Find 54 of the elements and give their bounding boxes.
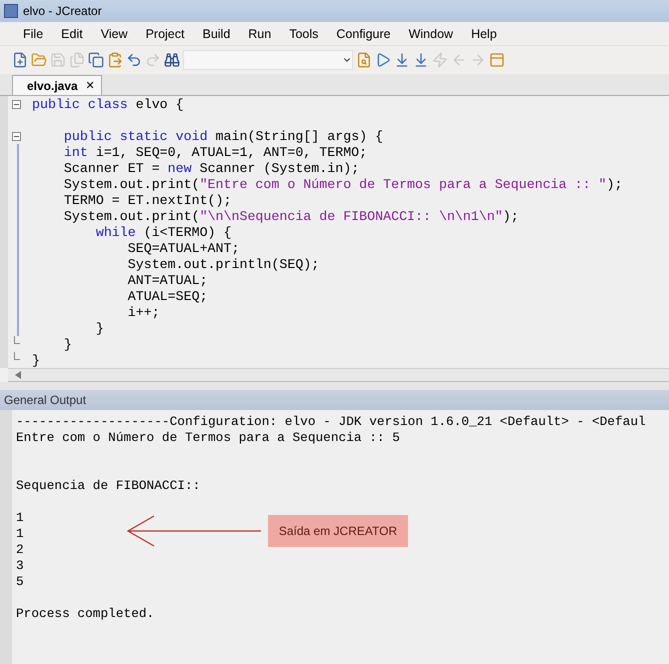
output-line: Sequencia de FIBONACCI::	[16, 478, 200, 494]
down-icon[interactable]	[394, 52, 410, 68]
undo-icon[interactable]	[126, 52, 142, 68]
menu-item[interactable]: Edit	[52, 26, 92, 40]
code-line: Scanner ET = new Scanner (System.in);	[62, 161, 360, 177]
annotation-label: Saída em JCREATOR	[268, 515, 408, 547]
new-icon[interactable]	[12, 52, 28, 68]
code-line: }	[94, 321, 105, 337]
code-line: SEQ=ATUAL+ANT;	[126, 241, 240, 257]
close-icon[interactable]: ✕	[86, 79, 95, 92]
horizontal-scrollbar[interactable]	[8, 368, 669, 382]
app-icon	[4, 4, 18, 18]
code-line: public static void main(String[] args) {	[62, 129, 384, 145]
menu-item[interactable]: Build	[193, 26, 240, 40]
output-line: --------------------Configuration: elvo - JDK version 1.6.0_21 <Default> - <Defaul	[16, 414, 646, 430]
paste-icon[interactable]	[107, 52, 123, 68]
code-line: }	[62, 337, 73, 353]
file-tab[interactable]: elvo.java ✕	[12, 75, 102, 95]
fold-marker-icon[interactable]	[12, 132, 20, 141]
output-title: General Output	[4, 393, 86, 407]
code-line: System.out.print("\n\nSequencia de FIBONACCI:: \n\n1\n");	[62, 209, 520, 225]
find-icon[interactable]	[164, 52, 180, 68]
code-line: }	[32, 353, 41, 369]
code-line: public class elvo {	[32, 97, 185, 113]
menu-item[interactable]: Project	[136, 26, 194, 40]
menu-item[interactable]: File	[14, 26, 52, 40]
run-icon[interactable]	[375, 52, 391, 68]
output-line: 3	[16, 558, 24, 574]
output-line: Process completed.	[16, 606, 154, 622]
menu-item[interactable]: Configure	[327, 26, 400, 40]
menu-item[interactable]: Run	[239, 26, 280, 40]
code-line: while (i<TERMO) {	[94, 225, 232, 241]
code-line: ATUAL=SEQ;	[126, 289, 209, 305]
menu-item[interactable]: View	[92, 26, 137, 40]
output-line: 1	[16, 510, 24, 526]
menu-item[interactable]: Help	[462, 26, 506, 40]
output-line: 2	[16, 542, 24, 558]
window-title: elvo - JCreator	[23, 4, 102, 18]
scroll-left-icon[interactable]	[14, 371, 22, 379]
panel-icon[interactable]	[489, 52, 505, 68]
code-line: TERMO = ET.nextInt();	[62, 193, 232, 209]
menu-item[interactable]: Tools	[280, 26, 328, 40]
code-line: System.out.print("Entre com o Número de Termos para a Sequencia :: ");	[62, 177, 624, 193]
code-line: System.out.println(SEQ);	[126, 257, 320, 273]
code-line: i++;	[126, 305, 161, 321]
open-icon[interactable]	[31, 52, 47, 68]
output-line: 5	[16, 574, 24, 590]
fold-marker-icon[interactable]	[12, 100, 20, 110]
code-line: ANT=ATUAL;	[126, 273, 209, 289]
code-line: int i=1, SEQ=0, ATUAL=1, ANT=0, TERMO;	[62, 145, 368, 161]
copy-icon[interactable]	[88, 52, 104, 68]
menu-item[interactable]: Window	[400, 26, 462, 40]
output-line: Entre com o Número de Termos para a Sequencia :: 5	[16, 430, 400, 446]
output-line: 1	[16, 526, 24, 542]
